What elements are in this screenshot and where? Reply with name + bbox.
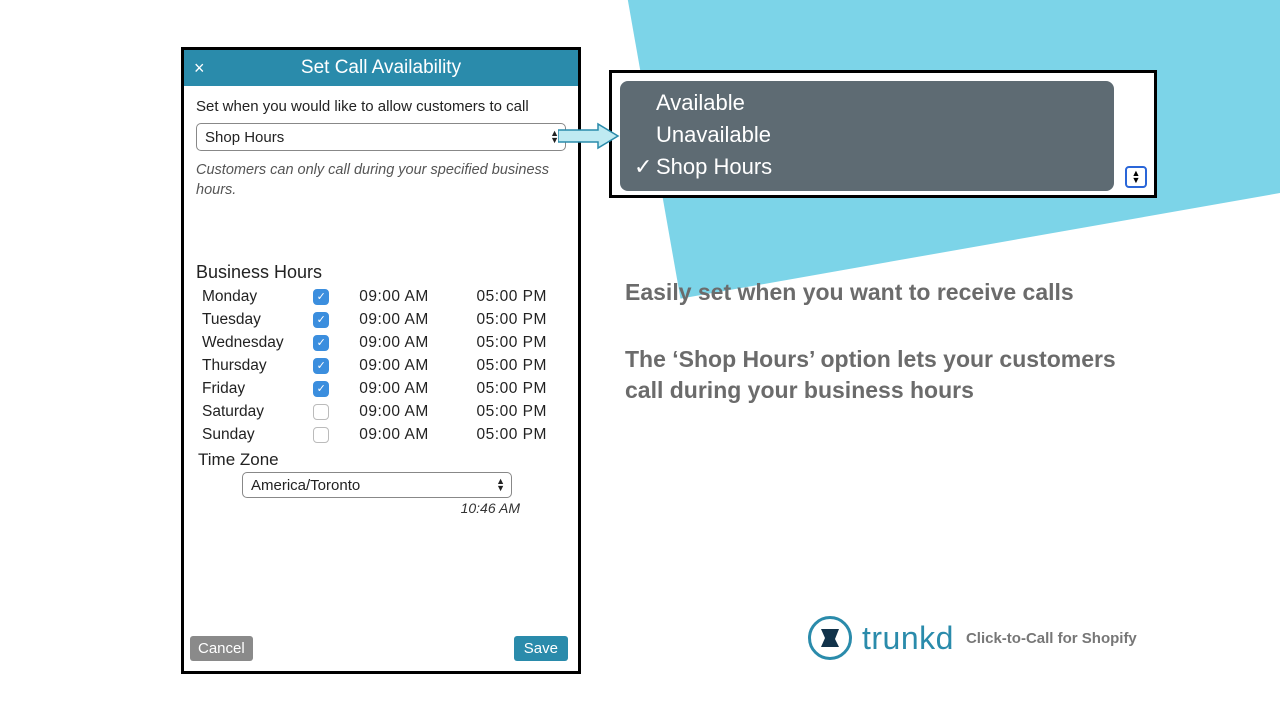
cancel-button[interactable]: Cancel: [190, 636, 253, 661]
arrow-icon: [558, 122, 620, 150]
open-time[interactable]: 09:00 AM: [359, 403, 476, 421]
close-time[interactable]: 05:00 PM: [477, 334, 566, 352]
day-label: Thursday: [202, 357, 313, 375]
availability-instruction: Set when you would like to allow custome…: [196, 98, 566, 115]
business-hours-row: Thursday✓ 09:00 AM05:00 PM: [196, 354, 566, 377]
day-enabled-checkbox[interactable]: ✓: [313, 335, 329, 351]
modal-footer: Cancel Save: [184, 630, 578, 671]
availability-option[interactable]: ✓Shop Hours: [634, 151, 1100, 183]
availability-dropdown-expanded: AvailableUnavailable✓Shop Hours ▲▼: [609, 70, 1157, 198]
close-time[interactable]: 05:00 PM: [477, 426, 566, 444]
availability-option-label: Shop Hours: [656, 151, 772, 183]
close-time[interactable]: 05:00 PM: [477, 357, 566, 375]
availability-select[interactable]: Shop Hours ▲▼: [196, 123, 566, 151]
brand-tagline: Click-to-Call for Shopify: [966, 630, 1137, 647]
business-hours-title: Business Hours: [196, 262, 566, 283]
day-enabled-checkbox[interactable]: ✓: [313, 312, 329, 328]
select-caret-icon: ▲▼: [496, 478, 505, 492]
day-label: Wednesday: [202, 334, 313, 352]
day-enabled-checkbox[interactable]: ✓: [313, 381, 329, 397]
business-hours-row: Saturday 09:00 AM05:00 PM: [196, 400, 566, 423]
availability-option[interactable]: Unavailable: [634, 119, 1100, 151]
close-time[interactable]: 05:00 PM: [477, 380, 566, 398]
modal-body: Set when you would like to allow custome…: [184, 86, 578, 630]
brand-name: trunkd: [862, 620, 954, 657]
timezone-title: Time Zone: [196, 450, 566, 470]
business-hours-row: Wednesday✓ 09:00 AM05:00 PM: [196, 331, 566, 354]
timezone-select[interactable]: America/Toronto ▲▼: [242, 472, 512, 498]
close-time[interactable]: 05:00 PM: [477, 403, 566, 421]
close-time[interactable]: 05:00 PM: [477, 288, 566, 306]
modal-header: × Set Call Availability: [184, 50, 578, 86]
availability-option[interactable]: Available: [634, 87, 1100, 119]
open-time[interactable]: 09:00 AM: [359, 311, 476, 329]
open-time[interactable]: 09:00 AM: [359, 334, 476, 352]
marketing-headline-1: Easily set when you want to receive call…: [625, 279, 1074, 306]
availability-option-label: Unavailable: [656, 119, 771, 151]
day-label: Saturday: [202, 403, 313, 421]
brand-footer: trunkd Click-to-Call for Shopify: [808, 616, 1137, 660]
close-icon[interactable]: ×: [194, 58, 205, 79]
day-label: Tuesday: [202, 311, 313, 329]
modal-title: Set Call Availability: [301, 57, 461, 79]
business-hours-row: Monday✓ 09:00 AM05:00 PM: [196, 285, 566, 308]
timezone-current-time: 10:46 AM: [196, 500, 520, 516]
open-time[interactable]: 09:00 AM: [359, 380, 476, 398]
day-label: Sunday: [202, 426, 313, 444]
open-time[interactable]: 09:00 AM: [359, 426, 476, 444]
timezone-select-value: America/Toronto: [251, 477, 360, 494]
day-label: Friday: [202, 380, 313, 398]
availability-option-label: Available: [656, 87, 745, 119]
business-hours-list: Monday✓09:00 AM05:00 PMTuesday✓09:00 AM0…: [196, 285, 566, 446]
business-hours-row: Tuesday✓ 09:00 AM05:00 PM: [196, 308, 566, 331]
day-enabled-checkbox[interactable]: [313, 404, 329, 420]
open-time[interactable]: 09:00 AM: [359, 288, 476, 306]
business-hours-row: Friday✓ 09:00 AM05:00 PM: [196, 377, 566, 400]
open-time[interactable]: 09:00 AM: [359, 357, 476, 375]
availability-options-list: AvailableUnavailable✓Shop Hours: [620, 81, 1114, 191]
select-caret-icon[interactable]: ▲▼: [1125, 166, 1147, 188]
day-enabled-checkbox[interactable]: ✓: [313, 358, 329, 374]
day-label: Monday: [202, 288, 313, 306]
day-enabled-checkbox[interactable]: [313, 427, 329, 443]
availability-select-value: Shop Hours: [205, 129, 284, 146]
marketing-headline-2: The ‘Shop Hours’ option lets your custom…: [625, 344, 1145, 406]
set-call-availability-modal: × Set Call Availability Set when you wou…: [181, 47, 581, 674]
availability-helper-text: Customers can only call during your spec…: [196, 161, 566, 200]
day-enabled-checkbox[interactable]: ✓: [313, 289, 329, 305]
close-time[interactable]: 05:00 PM: [477, 311, 566, 329]
save-button[interactable]: Save: [514, 636, 568, 661]
brand-logo-icon: [808, 616, 852, 660]
check-icon: ✓: [634, 151, 656, 183]
business-hours-row: Sunday 09:00 AM05:00 PM: [196, 423, 566, 446]
